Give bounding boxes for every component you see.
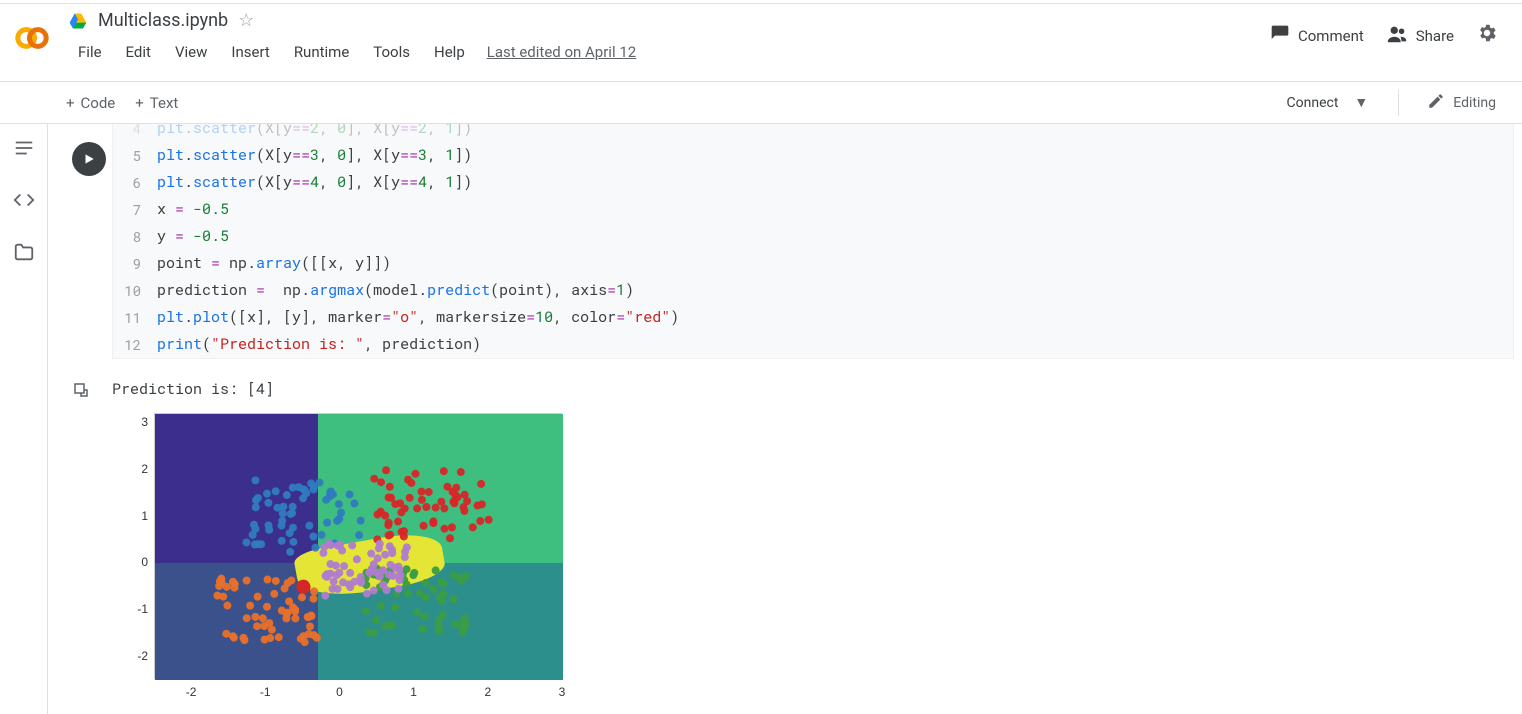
- menu-bar: File Edit View Insert Runtime Tools Help…: [68, 37, 1270, 67]
- connect-button[interactable]: Connect ▼: [1275, 88, 1381, 117]
- last-edited-link[interactable]: Last edited on April 12: [487, 43, 636, 61]
- add-code-button[interactable]: + Code: [56, 88, 125, 118]
- menu-insert[interactable]: Insert: [221, 37, 279, 67]
- document-title[interactable]: Multiclass.ipynb: [98, 10, 228, 31]
- run-cell-button[interactable]: [72, 142, 106, 176]
- dropdown-icon: ▼: [1354, 94, 1368, 111]
- code-snippets-icon[interactable]: [12, 188, 36, 212]
- add-code-label: Code: [81, 94, 116, 112]
- plus-icon: +: [66, 94, 75, 112]
- share-label: Share: [1416, 27, 1454, 45]
- editing-label: Editing: [1453, 95, 1496, 111]
- files-icon[interactable]: [12, 240, 36, 264]
- editing-mode-button[interactable]: Editing: [1417, 86, 1506, 120]
- drive-icon: [68, 11, 88, 31]
- menu-tools[interactable]: Tools: [363, 37, 420, 67]
- add-text-label: Text: [150, 94, 179, 112]
- menu-file[interactable]: File: [68, 37, 112, 67]
- colab-logo[interactable]: [8, 14, 56, 62]
- left-sidebar: [0, 124, 48, 714]
- add-text-button[interactable]: + Text: [125, 88, 188, 118]
- divider: [1398, 90, 1399, 116]
- toolbar: + Code + Text Connect ▼ Editing: [0, 82, 1522, 124]
- star-icon[interactable]: ☆: [238, 10, 254, 31]
- menu-help[interactable]: Help: [424, 37, 475, 67]
- comment-label: Comment: [1298, 27, 1364, 45]
- settings-icon[interactable]: [1476, 22, 1498, 49]
- menu-edit[interactable]: Edit: [116, 37, 161, 67]
- plus-icon: +: [135, 94, 144, 112]
- connect-label: Connect: [1287, 95, 1339, 111]
- share-button[interactable]: Share: [1386, 23, 1454, 49]
- output-text: Prediction is: [4]: [112, 379, 1514, 399]
- toc-icon[interactable]: [12, 136, 36, 160]
- code-cell[interactable]: 4plt.scatter(X[y==2, 0], X[y==2, 1]) 5pl…: [48, 124, 1522, 367]
- output-chart: -2-10123 -2-10123: [112, 405, 572, 705]
- output-expand-icon[interactable]: [72, 381, 92, 401]
- menu-view[interactable]: View: [165, 37, 217, 67]
- people-icon: [1386, 23, 1408, 49]
- notebook-main[interactable]: 4plt.scatter(X[y==2, 0], X[y==2, 1]) 5pl…: [48, 124, 1522, 714]
- cell-output: Prediction is: [4] -2-10123 -2-10123: [48, 379, 1522, 705]
- code-editor[interactable]: 4plt.scatter(X[y==2, 0], X[y==2, 1]) 5pl…: [112, 124, 1514, 359]
- pencil-icon: [1427, 92, 1445, 114]
- header: Multiclass.ipynb ☆ File Edit View Insert…: [0, 4, 1522, 82]
- comment-icon: [1270, 24, 1290, 48]
- comment-button[interactable]: Comment: [1270, 24, 1364, 48]
- menu-runtime[interactable]: Runtime: [284, 37, 359, 67]
